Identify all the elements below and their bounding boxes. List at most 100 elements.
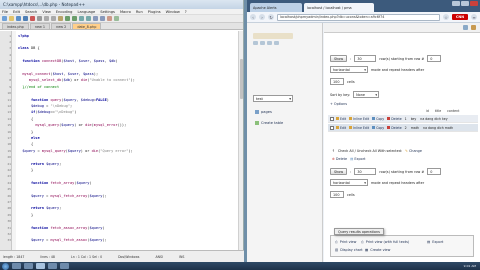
code-line[interactable]: 4 <box>0 52 243 57</box>
code-text[interactable]: $query = mysql_query($query) or die("Que… <box>18 149 132 153</box>
tab-index[interactable]: index.php <box>2 23 29 29</box>
code-text[interactable]: $query = mysql_fetch_array($query); <box>18 194 107 198</box>
undo-icon[interactable] <box>65 16 70 21</box>
record-macro-icon[interactable] <box>107 16 112 21</box>
menu-item[interactable]: ? <box>185 10 187 14</box>
code-line[interactable]: 22 } <box>0 167 243 172</box>
menu-item[interactable]: File <box>2 10 8 14</box>
display-mode-select-top[interactable]: horizontal ▾ <box>330 66 368 73</box>
code-text[interactable]: { <box>18 142 33 146</box>
menu-item[interactable]: Search <box>25 10 37 14</box>
cnn-bookmark[interactable]: CNN <box>452 14 468 20</box>
code-line[interactable]: 12 $debug = "\nDebug"; <box>0 103 243 108</box>
code-line[interactable]: 6 <box>0 65 243 70</box>
menu-item[interactable]: Macro <box>120 10 131 14</box>
code-line[interactable]: 25 <box>0 187 243 192</box>
back-icon[interactable]: ‹ <box>250 14 256 20</box>
editor-scrollbar-thumb[interactable] <box>240 59 243 99</box>
print-view-full-link[interactable]: ⎙ Print view (with full texts) <box>361 240 409 244</box>
zoom-in-icon[interactable] <box>93 16 98 21</box>
create-table-link[interactable]: Create table <box>255 120 283 126</box>
pma-logo[interactable] <box>253 33 293 39</box>
delete-bulk-action[interactable]: ⊗ Delete <box>332 157 347 161</box>
minimize-button[interactable] <box>452 1 460 6</box>
forward-icon[interactable]: › <box>259 14 265 20</box>
repeat-headers-input-top[interactable]: 100 <box>330 78 344 85</box>
code-text[interactable]: } <box>18 213 33 217</box>
code-line[interactable]: 8 mysql_select_db($db) or die("Unable to… <box>0 78 243 83</box>
print-view-link[interactable]: ⎙ Print view <box>335 240 356 244</box>
export-bulk-action[interactable]: ▤ Export <box>350 157 365 161</box>
row-start-input-top[interactable]: 0 <box>427 55 442 62</box>
tab-new-2[interactable]: new 2 <box>51 23 72 29</box>
code-line[interactable]: 17 else <box>0 135 243 140</box>
code-line[interactable]: 14 { <box>0 116 243 121</box>
code-line[interactable]: 5 function connectDB($host, $user, $pass… <box>0 59 243 64</box>
taskbar-chrome-icon[interactable] <box>48 263 57 269</box>
cut-icon[interactable] <box>44 16 49 21</box>
inline-edit-link[interactable]: Inline Edit <box>349 126 369 130</box>
sort-key-select[interactable]: None ▾ <box>353 91 380 98</box>
menu-item[interactable]: Encoding <box>56 10 73 14</box>
check-all-link[interactable]: Check All / Uncheck All With selected: <box>338 149 402 153</box>
code-line[interactable]: 20 <box>0 155 243 160</box>
taskbar-explorer-icon[interactable] <box>12 263 21 269</box>
copy-icon[interactable] <box>51 16 56 21</box>
row-count-input-top[interactable]: 30 <box>354 55 377 62</box>
row-checkbox[interactable] <box>330 116 334 121</box>
star-icon[interactable]: ☆ <box>443 14 449 20</box>
code-text[interactable]: mysql_query($query) or die(mysql_error()… <box>18 123 126 127</box>
code-line[interactable]: 23 <box>0 174 243 179</box>
options-toggle[interactable]: + Options <box>330 102 347 106</box>
replace-icon[interactable] <box>86 16 91 21</box>
taskbar-xampp-icon[interactable] <box>60 263 69 269</box>
sql-icon[interactable] <box>260 41 265 45</box>
database-select[interactable]: test ▾ <box>253 95 293 102</box>
menu-item[interactable]: Window <box>166 10 180 14</box>
code-line[interactable]: 7 mysql_connect($host, $user, $pass); <box>0 71 243 76</box>
start-button[interactable] <box>2 262 9 270</box>
menu-item[interactable]: Run <box>136 10 143 14</box>
menu-item[interactable]: Language <box>77 10 95 14</box>
editor-scrollbar[interactable] <box>238 31 243 250</box>
menu-item[interactable]: Edit <box>13 10 20 14</box>
code-text[interactable]: <?php <box>18 34 29 38</box>
code-text[interactable]: mysql_select_db($db) or die("Unable to c… <box>18 78 135 82</box>
code-text[interactable]: if($debug=="\nDebug") <box>18 110 76 114</box>
code-line[interactable]: 30 <box>0 219 243 224</box>
code-line[interactable]: 9 }//end of connect <box>0 84 243 89</box>
code-text[interactable]: function query($query, $debug=FALSE) <box>18 98 109 102</box>
repeat-headers-input-bottom[interactable]: 100 <box>330 191 344 198</box>
row-start-input-bottom[interactable]: 0 <box>427 168 442 175</box>
show-button-top[interactable]: Show <box>330 55 348 62</box>
change-action[interactable]: ✎ Change <box>405 149 422 153</box>
close-file-icon[interactable] <box>30 16 35 21</box>
print-icon[interactable] <box>37 16 42 21</box>
code-text[interactable]: function fetch_assoc_array($query) <box>18 226 105 230</box>
save-icon[interactable] <box>16 16 21 21</box>
taskbar-notepad-icon[interactable] <box>36 263 45 269</box>
maximize-button[interactable] <box>461 1 469 6</box>
address-bar[interactable]: localhost/phpmyadmin/index.php?db=ucons&… <box>277 13 440 21</box>
create-view-link[interactable]: ▦ Create view <box>365 248 390 252</box>
code-text[interactable]: class DB { <box>18 46 40 50</box>
menu-item[interactable]: Plugins <box>148 10 161 14</box>
save-all-icon[interactable] <box>23 16 28 21</box>
find-icon[interactable] <box>79 16 84 21</box>
home-icon[interactable] <box>253 41 258 45</box>
settings-icon[interactable] <box>463 25 468 30</box>
code-line[interactable]: 33 $query = mysql_fetch_assoc($query); <box>0 238 243 243</box>
code-text[interactable]: }//end of connect <box>18 85 59 89</box>
docs-icon[interactable] <box>274 41 279 45</box>
display-chart-link[interactable]: ▥ Display chart <box>335 248 363 252</box>
paste-icon[interactable] <box>58 16 63 21</box>
code-line[interactable]: 2 <box>0 39 243 44</box>
export-link[interactable]: ▤ Export <box>427 240 443 244</box>
code-text[interactable]: } <box>18 168 33 172</box>
delete-link[interactable]: Delete <box>387 126 402 130</box>
code-line[interactable]: 15 mysql_query($query) or die(mysql_erro… <box>0 123 243 128</box>
code-line[interactable]: 27 <box>0 199 243 204</box>
code-text[interactable]: mysql_connect($host, $user, $pass); <box>18 72 98 76</box>
taskbar-browser-icon[interactable] <box>24 263 33 269</box>
code-line[interactable]: 18 { <box>0 142 243 147</box>
